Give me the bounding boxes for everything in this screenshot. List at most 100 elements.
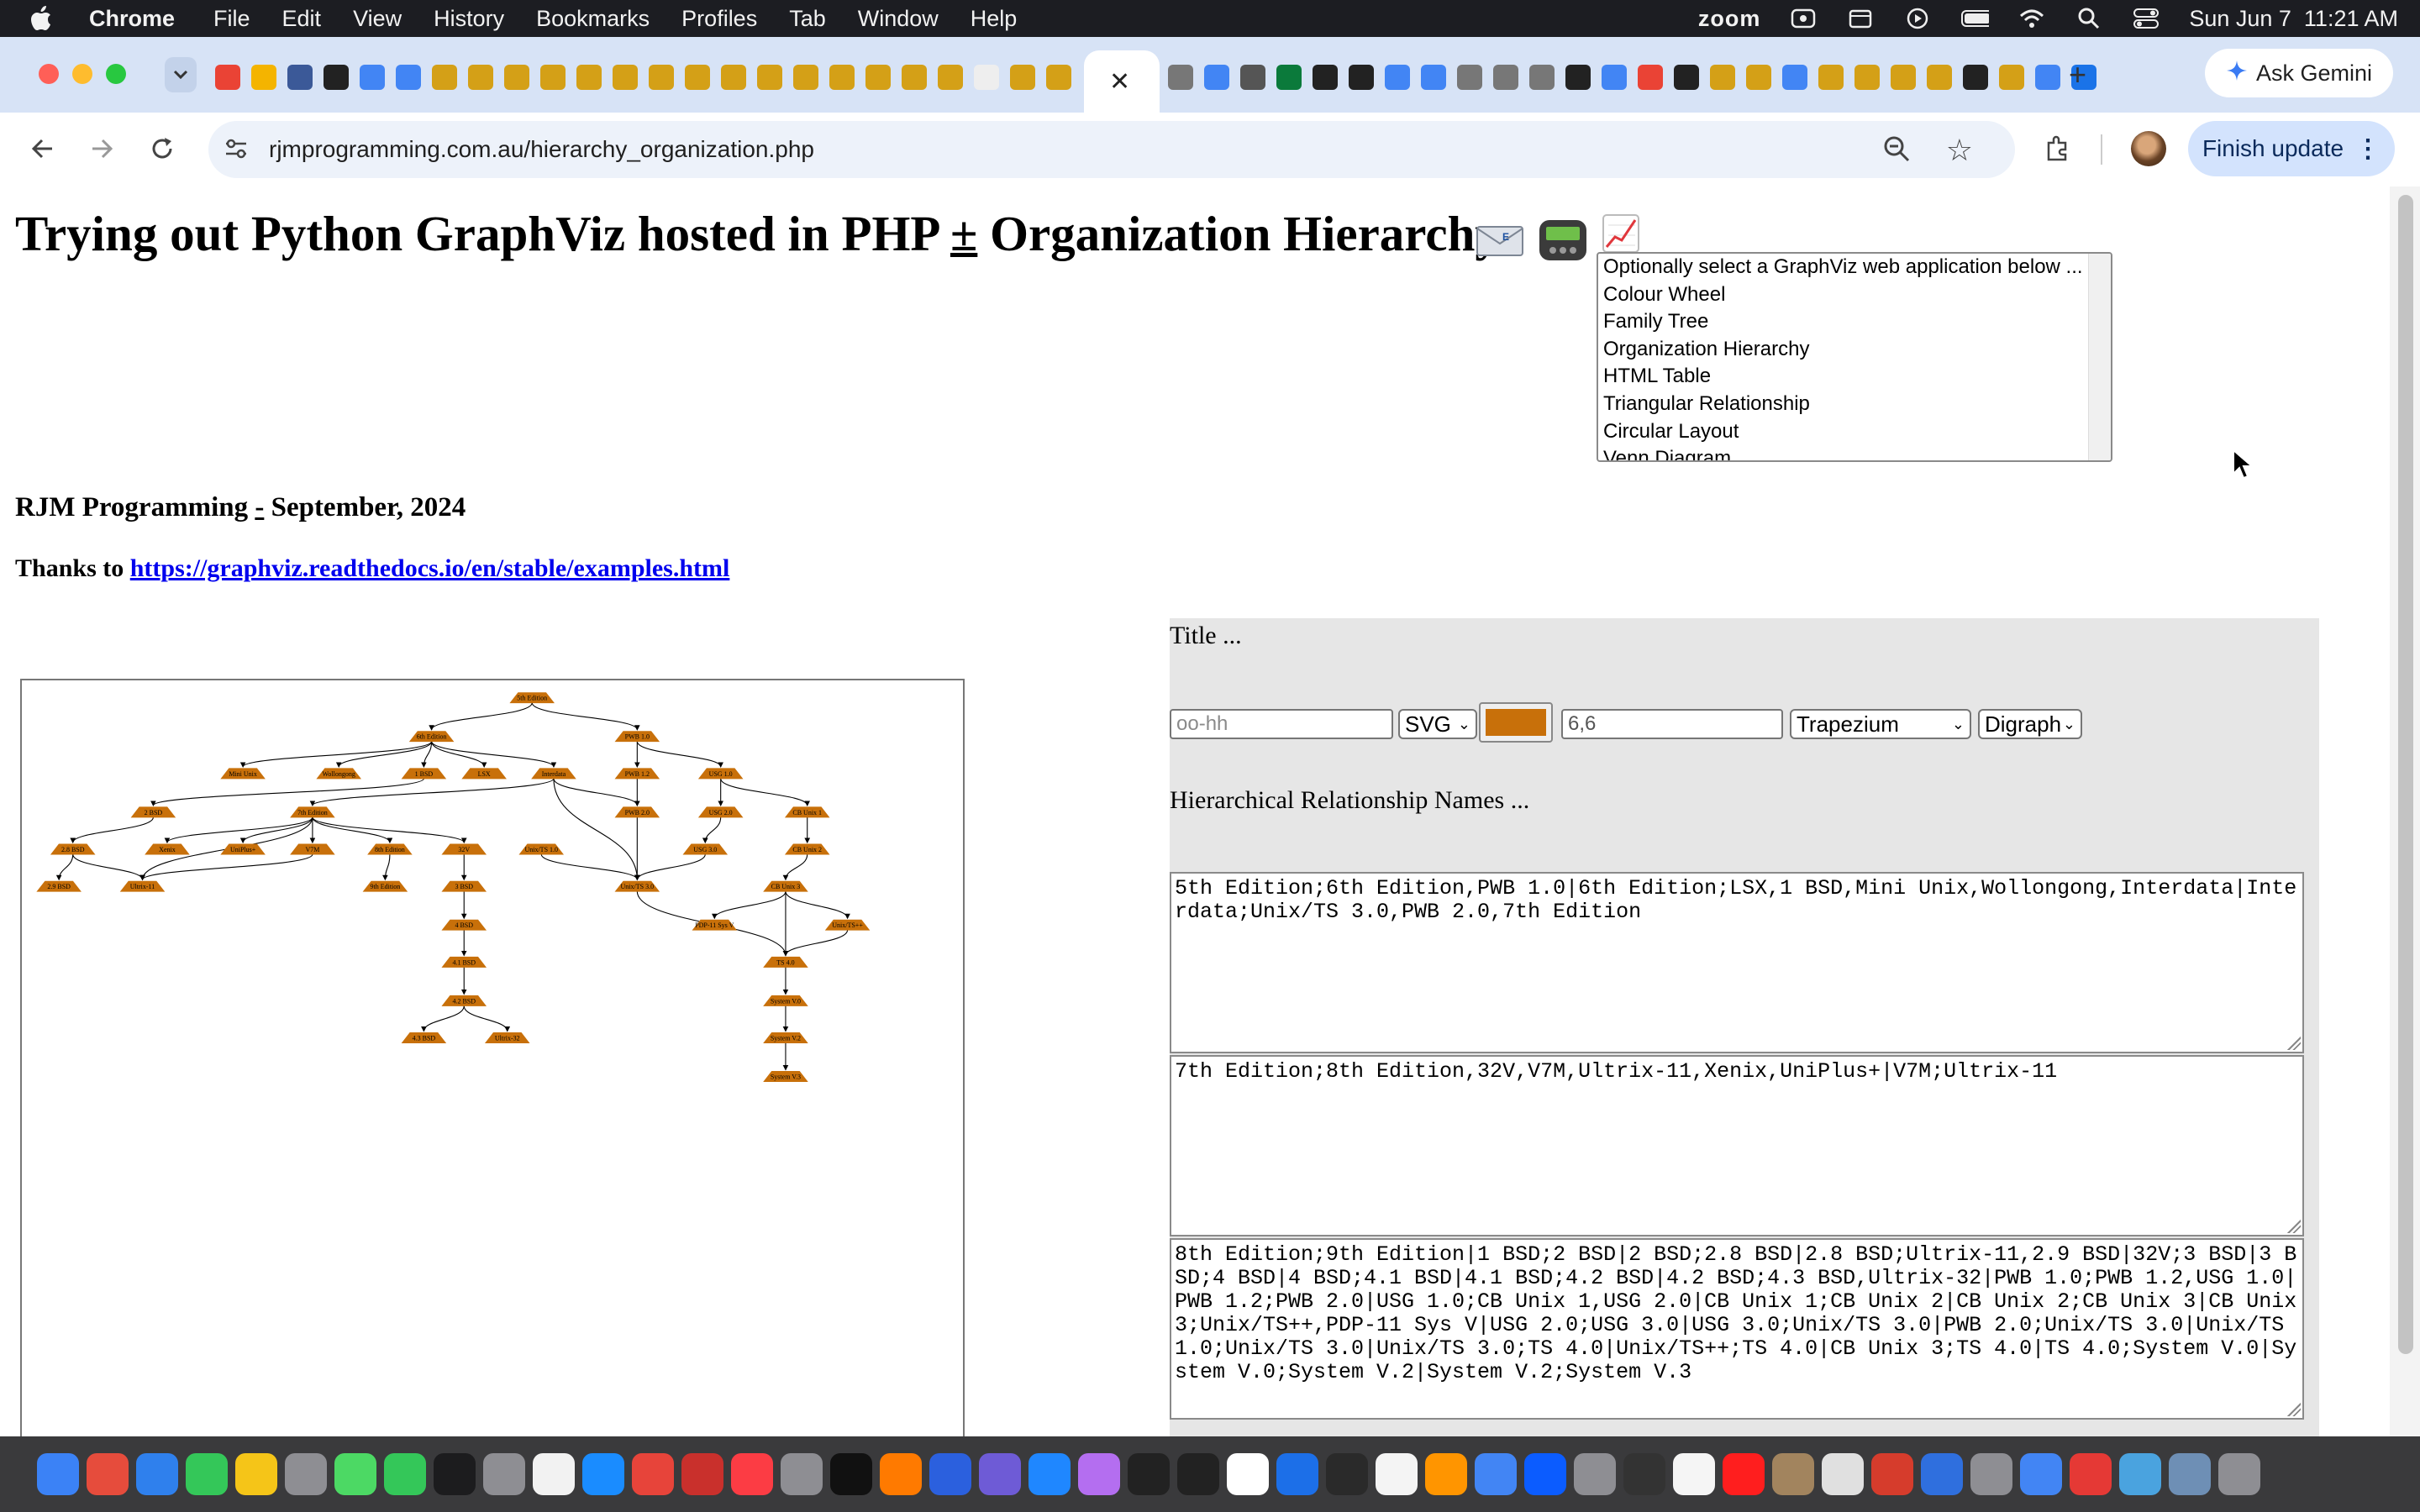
dock-app-icon[interactable] bbox=[285, 1453, 327, 1495]
tab-favicon[interactable] bbox=[1746, 65, 1771, 90]
tab-favicon[interactable] bbox=[1046, 65, 1071, 90]
tab-favicon[interactable] bbox=[902, 65, 927, 90]
dock-app-icon[interactable] bbox=[334, 1453, 376, 1495]
tab-favicon[interactable] bbox=[1529, 65, 1555, 90]
extensions-puzzle-icon[interactable] bbox=[2037, 128, 2079, 170]
relationships-textarea-2[interactable]: 7th Edition;8th Edition,32V,V7M,Ultrix-1… bbox=[1170, 1055, 2304, 1236]
tab-favicon[interactable] bbox=[1927, 65, 1952, 90]
dock-app-icon[interactable] bbox=[632, 1453, 674, 1495]
tab-favicon[interactable] bbox=[1457, 65, 1482, 90]
tab-favicon[interactable] bbox=[1276, 65, 1302, 90]
tab-favicon[interactable] bbox=[757, 65, 782, 90]
tab-favicon[interactable] bbox=[1638, 65, 1663, 90]
tab-favicon[interactable] bbox=[396, 65, 421, 90]
dock-app-icon[interactable] bbox=[1376, 1453, 1418, 1495]
tab-favicon[interactable] bbox=[1891, 65, 1916, 90]
tab-favicon[interactable] bbox=[1493, 65, 1518, 90]
listbox-option-circular-layout[interactable]: Circular Layout bbox=[1598, 418, 2111, 446]
dock-app-icon[interactable] bbox=[1623, 1453, 1665, 1495]
relationships-textarea-3[interactable]: 8th Edition;9th Edition|1 BSD;2 BSD|2 BS… bbox=[1170, 1238, 2304, 1420]
dock-app-icon[interactable] bbox=[1723, 1453, 1765, 1495]
relationships-textarea-1[interactable]: 5th Edition;6th Edition,PWB 1.0|6th Edit… bbox=[1170, 872, 2304, 1053]
dock-app-icon[interactable] bbox=[1128, 1453, 1170, 1495]
listbox-option-family-tree[interactable]: Family Tree bbox=[1598, 308, 2111, 336]
dock-app-icon[interactable] bbox=[1475, 1453, 1517, 1495]
dock-app-icon[interactable] bbox=[434, 1453, 476, 1495]
node-color-picker[interactable] bbox=[1479, 702, 1553, 743]
tab-favicon[interactable] bbox=[324, 65, 349, 90]
calendar-icon[interactable] bbox=[1846, 8, 1875, 29]
tab-favicon[interactable] bbox=[613, 65, 638, 90]
tab-favicon[interactable] bbox=[829, 65, 855, 90]
forward-arrow-icon[interactable] bbox=[81, 128, 123, 170]
listbox-option-organization-hierarchy[interactable]: Organization Hierarchy bbox=[1598, 336, 2111, 364]
menu-profiles[interactable]: Profiles bbox=[681, 6, 757, 32]
email-envelope-icon[interactable]: E bbox=[1476, 223, 1524, 271]
tab-favicon[interactable] bbox=[2035, 65, 2060, 90]
url-text[interactable]: rjmprogramming.com.au/hierarchy_organiza… bbox=[269, 136, 814, 163]
dock-app-icon[interactable] bbox=[929, 1453, 971, 1495]
new-tab-icon[interactable]: + bbox=[2069, 57, 2086, 92]
tab-favicon[interactable] bbox=[1010, 65, 1035, 90]
menu-history[interactable]: History bbox=[434, 6, 504, 32]
dock-app-icon[interactable] bbox=[1822, 1453, 1864, 1495]
dock-app-icon[interactable] bbox=[384, 1453, 426, 1495]
play-icon[interactable] bbox=[1903, 8, 1932, 29]
byline-dash-link[interactable]: - bbox=[255, 492, 264, 522]
dock-app-icon[interactable] bbox=[37, 1453, 79, 1495]
window-minimize-button[interactable] bbox=[72, 64, 92, 84]
control-center-icon[interactable] bbox=[2132, 8, 2160, 29]
tab-favicon[interactable] bbox=[576, 65, 602, 90]
tab-favicon[interactable] bbox=[360, 65, 385, 90]
battery-icon[interactable] bbox=[1960, 8, 1990, 29]
resize-grip[interactable] bbox=[2287, 1220, 2301, 1233]
tab-favicon[interactable] bbox=[468, 65, 493, 90]
tab-favicon[interactable] bbox=[251, 65, 276, 90]
dock-app-icon[interactable] bbox=[483, 1453, 525, 1495]
zoom-magnifier-icon[interactable] bbox=[1882, 134, 1911, 167]
graph-type-select[interactable]: Digraph ⌄ bbox=[1978, 709, 2082, 739]
apple-icon[interactable] bbox=[30, 6, 64, 31]
tab-favicon[interactable] bbox=[865, 65, 891, 90]
page-scrollbar[interactable] bbox=[2390, 186, 2420, 1436]
tab-favicon[interactable] bbox=[1999, 65, 2024, 90]
tab-favicon[interactable] bbox=[1240, 65, 1265, 90]
title-plusminus-link[interactable]: ± bbox=[950, 206, 977, 261]
dock-app-icon[interactable] bbox=[2169, 1453, 2211, 1495]
dock-app-icon[interactable] bbox=[1574, 1453, 1616, 1495]
dock-app-icon[interactable] bbox=[1177, 1453, 1219, 1495]
menu-edit[interactable]: Edit bbox=[282, 6, 322, 32]
dock-app-icon[interactable] bbox=[979, 1453, 1021, 1495]
close-tab-icon[interactable]: ✕ bbox=[1109, 67, 1130, 97]
menubar-datetime[interactable]: Sun Jun 7 11:21 AM bbox=[2189, 6, 2398, 32]
page-scrollbar-thumb[interactable] bbox=[2398, 195, 2413, 1354]
tab-favicon[interactable] bbox=[432, 65, 457, 90]
listbox-option-colour-wheel[interactable]: Colour Wheel bbox=[1598, 281, 2111, 309]
menu-view[interactable]: View bbox=[353, 6, 402, 32]
dock-app-icon[interactable] bbox=[681, 1453, 723, 1495]
dock-app-icon[interactable] bbox=[2119, 1453, 2161, 1495]
tab-favicon[interactable] bbox=[1349, 65, 1374, 90]
pager-device-icon[interactable] bbox=[1538, 218, 1588, 266]
output-format-select[interactable]: SVG ⌄ bbox=[1398, 709, 1477, 739]
menu-help[interactable]: Help bbox=[971, 6, 1018, 32]
site-info-icon[interactable] bbox=[224, 136, 249, 165]
teams-icon[interactable] bbox=[1789, 8, 1818, 29]
dock-app-icon[interactable] bbox=[830, 1453, 872, 1495]
tab-favicon[interactable] bbox=[1565, 65, 1591, 90]
dock-app-icon[interactable] bbox=[1921, 1453, 1963, 1495]
menu-file[interactable]: File bbox=[213, 6, 250, 32]
dock-app-icon[interactable] bbox=[235, 1453, 277, 1495]
tab-favicon[interactable] bbox=[1168, 65, 1193, 90]
dock-app-icon[interactable] bbox=[1227, 1453, 1269, 1495]
dock-app-icon[interactable] bbox=[2218, 1453, 2260, 1495]
dock-app-icon[interactable] bbox=[1970, 1453, 2012, 1495]
tab-favicon[interactable] bbox=[1204, 65, 1229, 90]
tab-favicon[interactable] bbox=[1602, 65, 1627, 90]
tab-favicon[interactable] bbox=[504, 65, 529, 90]
dock-app-icon[interactable] bbox=[186, 1453, 228, 1495]
graphviz-examples-link[interactable]: https://graphviz.readthedocs.io/en/stabl… bbox=[130, 554, 730, 582]
tab-favicon[interactable] bbox=[649, 65, 674, 90]
window-zoom-button[interactable] bbox=[106, 64, 126, 84]
tab-favicon[interactable] bbox=[215, 65, 240, 90]
